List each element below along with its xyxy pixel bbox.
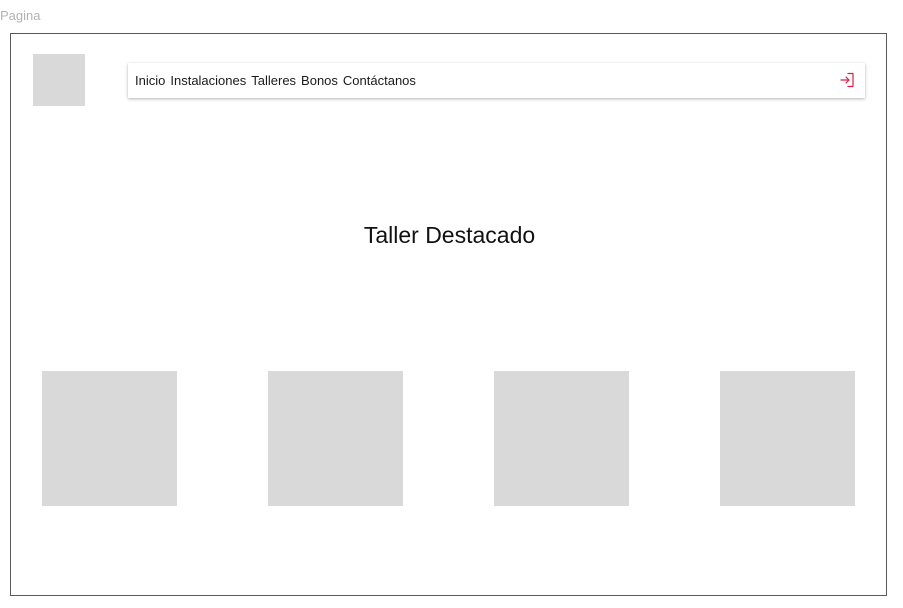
nav-link-contactanos[interactable]: Contáctanos (343, 73, 416, 88)
page-frame: Inicio Instalaciones Talleres Bonos Cont… (10, 33, 887, 596)
login-icon[interactable] (839, 72, 855, 88)
workshop-card-3[interactable] (494, 371, 629, 506)
logo-placeholder[interactable] (33, 54, 85, 106)
workshop-card-1[interactable] (42, 371, 177, 506)
nav-link-instalaciones[interactable]: Instalaciones (170, 73, 246, 88)
workshop-card-4[interactable] (720, 371, 855, 506)
nav-link-inicio[interactable]: Inicio (135, 73, 165, 88)
page-title: Taller Destacado (363, 222, 536, 248)
nav-link-talleres[interactable]: Talleres (251, 73, 296, 88)
nav-link-bonos[interactable]: Bonos (301, 73, 338, 88)
navbar: Inicio Instalaciones Talleres Bonos Cont… (128, 63, 865, 98)
page-label: Pagina (0, 8, 41, 23)
workshop-card-2[interactable] (268, 371, 403, 506)
